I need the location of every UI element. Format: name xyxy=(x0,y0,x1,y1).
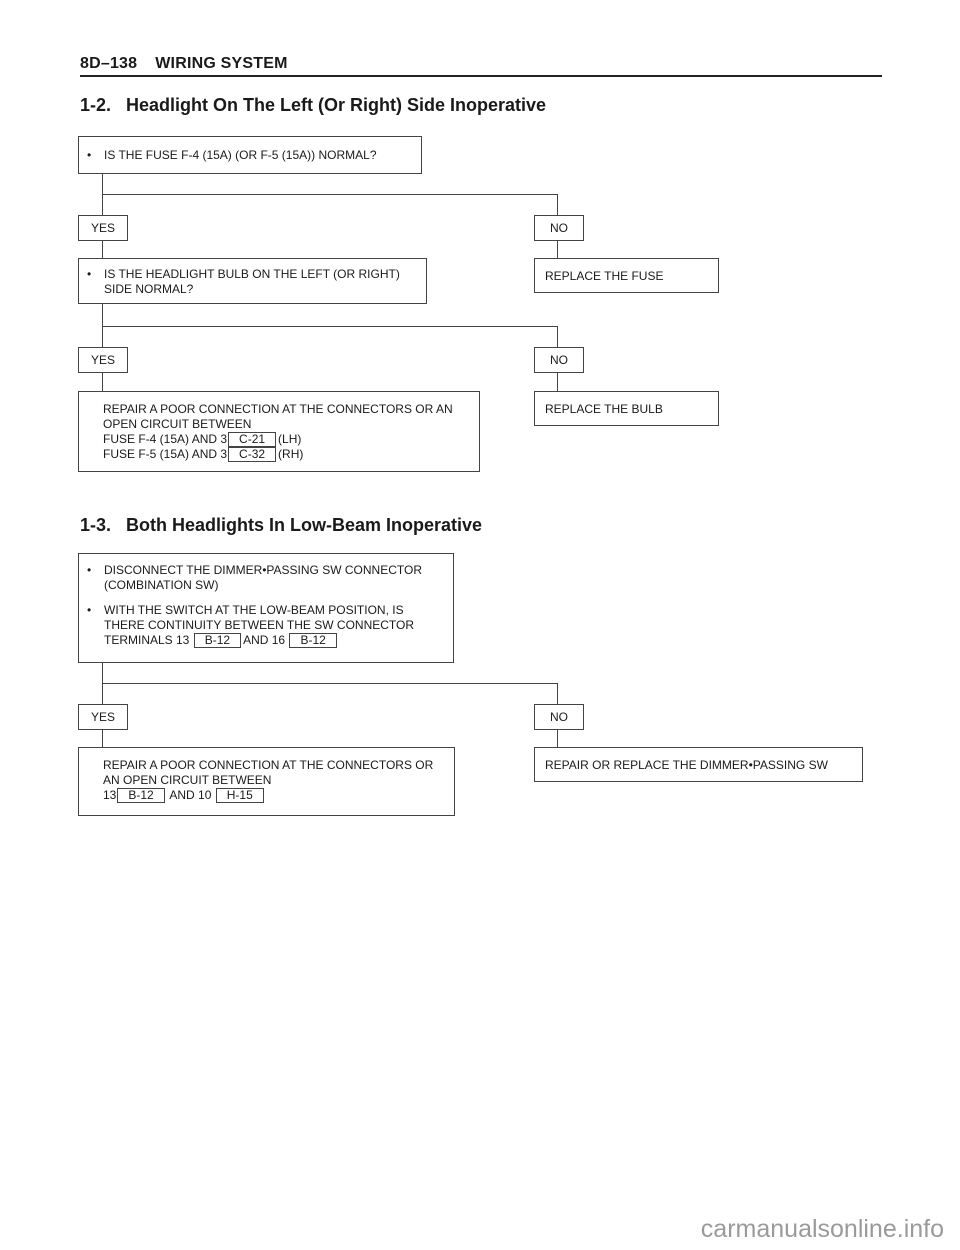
repair-line3: FUSE F-4 (15A) AND 3 C-21 (LH) xyxy=(103,432,302,447)
repair-line2: OPEN CIRCUIT BETWEEN xyxy=(103,417,252,431)
connector-ref: B-12 xyxy=(193,633,242,648)
question-fuse-box: IS THE FUSE F-4 (15A) (OR F-5 (15A)) NOR… xyxy=(78,136,422,174)
page-header: 8D–138 WIRING SYSTEM xyxy=(80,55,288,73)
repair-line4: FUSE F-5 (15A) AND 3 C-32 (RH) xyxy=(103,447,304,462)
connector-line xyxy=(557,372,558,391)
yes-label: YES xyxy=(78,347,128,373)
connector-line xyxy=(102,194,558,195)
connector-line xyxy=(102,683,558,684)
no-label: NO xyxy=(534,704,584,730)
connector-line xyxy=(557,683,558,704)
connector-ref: B-12 xyxy=(289,633,337,648)
connector-line xyxy=(102,240,103,259)
connector-ref: B-12 xyxy=(117,788,165,803)
connector-ref: C-21 xyxy=(228,432,277,447)
page-code: 8D–138 xyxy=(80,55,138,72)
connector-line xyxy=(557,240,558,259)
section-title-1-2: 1-2. Headlight On The Left (Or Right) Si… xyxy=(80,95,547,115)
step2-line3: TERMINALS 13 B-12 AND 16 B-12 xyxy=(104,633,453,648)
question-bulb-box: IS THE HEADLIGHT BULB ON THE LEFT (OR RI… xyxy=(78,258,427,304)
section-title-1-3: 1-3. Both Headlights In Low-Beam Inopera… xyxy=(80,515,483,535)
connector-line xyxy=(557,194,558,215)
connector-line xyxy=(102,729,103,748)
replace-fuse-text: REPLACE THE FUSE xyxy=(545,269,664,283)
replace-bulb-box: REPLACE THE BULB xyxy=(534,391,719,426)
repair-line1: REPAIR A POOR CONNECTION AT THE CONNECTO… xyxy=(103,402,453,416)
yes-label: YES xyxy=(78,704,128,730)
step1-line2: (COMBINATION SW) xyxy=(104,578,219,592)
connector-line xyxy=(102,326,558,327)
watermark: carmanualsonline.info xyxy=(700,1215,944,1243)
step1-line1: DISCONNECT THE DIMMER•PASSING SW CONNECT… xyxy=(104,563,423,577)
connector-line xyxy=(557,729,558,748)
repair-line1: REPAIR A POOR CONNECTION AT THE CONNECTO… xyxy=(103,758,434,772)
repair-line3: 13 B-12 AND 10 H-15 xyxy=(103,788,454,803)
connector-ref: C-32 xyxy=(228,447,277,462)
no-label: NO xyxy=(534,215,584,241)
no-label: NO xyxy=(534,347,584,373)
header-rule xyxy=(80,75,882,77)
connector-line xyxy=(102,303,103,347)
replace-bulb-text: REPLACE THE BULB xyxy=(545,402,663,416)
yes-label: YES xyxy=(78,215,128,241)
repair-line2: AN OPEN CIRCUIT BETWEEN xyxy=(103,773,272,787)
step2-line2: THERE CONTINUITY BETWEEN THE SW CONNECTO… xyxy=(104,618,415,632)
section-name: WIRING SYSTEM xyxy=(155,55,288,72)
repair-connection-box: REPAIR A POOR CONNECTION AT THE CONNECTO… xyxy=(78,391,480,472)
disconnect-check-box: DISCONNECT THE DIMMER•PASSING SW CONNECT… xyxy=(78,553,454,663)
connector-ref: H-15 xyxy=(215,788,264,803)
replace-switch-text: REPAIR OR REPLACE THE DIMMER•PASSING SW xyxy=(545,758,828,772)
connector-line xyxy=(557,326,558,347)
question-fuse-text: IS THE FUSE F-4 (15A) (OR F-5 (15A)) NOR… xyxy=(79,148,421,163)
replace-fuse-box: REPLACE THE FUSE xyxy=(534,258,719,293)
replace-switch-box: REPAIR OR REPLACE THE DIMMER•PASSING SW xyxy=(534,747,863,782)
question-bulb-line2: SIDE NORMAL? xyxy=(104,282,194,296)
repair-connection-box: REPAIR A POOR CONNECTION AT THE CONNECTO… xyxy=(78,747,455,816)
step2-line1: WITH THE SWITCH AT THE LOW-BEAM POSITION… xyxy=(104,603,404,617)
question-bulb-line1: IS THE HEADLIGHT BULB ON THE LEFT (OR RI… xyxy=(104,267,400,281)
connector-line xyxy=(102,372,103,391)
